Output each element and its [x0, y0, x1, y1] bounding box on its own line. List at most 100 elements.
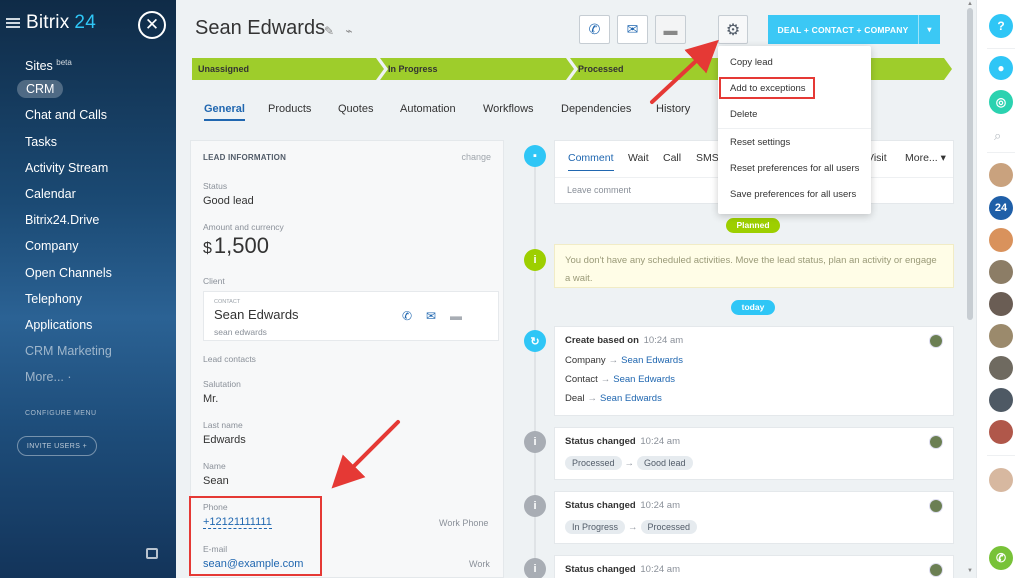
no-activities-note: You don't have any scheduled activities.… — [554, 244, 954, 288]
scrollbar[interactable]: ▲ ▼ — [964, 0, 976, 578]
link-icon[interactable]: ⌁ — [345, 24, 352, 38]
gear-icon: ⚙ — [725, 21, 741, 39]
tab-products[interactable]: Products — [268, 103, 311, 115]
sidebar-item-more[interactable]: More... · — [0, 364, 176, 390]
highlight-frame — [189, 496, 322, 576]
tab-automation[interactable]: Automation — [400, 103, 456, 115]
tab-dependencies[interactable]: Dependencies — [561, 103, 631, 115]
sidebar-item-tasks[interactable]: Tasks — [0, 129, 176, 155]
menu-item-reset-preferences[interactable]: Reset preferences for all users — [730, 163, 859, 174]
avatar[interactable] — [989, 292, 1013, 316]
editor-tab-sms[interactable]: SMS — [696, 152, 719, 164]
client-name[interactable]: Sean Edwards — [214, 307, 299, 322]
logo[interactable]: Bitrix 24 — [26, 12, 96, 34]
avatar[interactable] — [929, 435, 943, 449]
status-value: Good lead — [203, 195, 254, 207]
sidebar-item-crm[interactable]: CRM — [0, 76, 176, 102]
status-event-card: Status changed 10:24 am — [554, 555, 954, 578]
avatar[interactable] — [929, 334, 943, 348]
sidebar-item-sites[interactable]: Sites beta — [0, 50, 176, 76]
chat-icon[interactable]: ▬ — [450, 309, 462, 323]
tab-history[interactable]: History — [656, 103, 690, 115]
settings-button[interactable]: ⚙ — [718, 15, 748, 44]
deal-button-label: DEAL + CONTACT + COMPANY — [777, 24, 909, 35]
chat-button[interactable]: ▬ — [655, 15, 686, 44]
group-avatar[interactable] — [989, 468, 1013, 492]
call-button[interactable]: ✆ — [579, 15, 610, 44]
rail-divider — [987, 455, 1015, 456]
sidebar-item-open-channels[interactable]: Open Channels — [0, 260, 176, 286]
tab-workflows[interactable]: Workflows — [483, 103, 534, 115]
tab-general[interactable]: General — [204, 103, 245, 121]
menu-divider — [718, 128, 871, 129]
phone-icon: ✆ — [588, 21, 601, 37]
salutation-value: Mr. — [203, 393, 219, 405]
today-badge: today — [731, 300, 775, 315]
bell-icon[interactable]: ● — [989, 56, 1013, 80]
scroll-down-icon[interactable]: ▼ — [967, 568, 973, 574]
sidebar-item-company[interactable]: Company — [0, 233, 176, 259]
sidebar-item-telephony[interactable]: Telephony — [0, 286, 176, 312]
avatar[interactable] — [989, 163, 1013, 187]
stage-in-progress[interactable]: In Progress — [380, 58, 574, 80]
menu-item-save-preferences[interactable]: Save preferences for all users — [730, 189, 856, 200]
info-icon: i — [524, 495, 546, 517]
menu-item-delete[interactable]: Delete — [730, 109, 757, 120]
name-value: Sean — [203, 475, 229, 487]
avatar[interactable] — [989, 260, 1013, 284]
chevron-down-icon[interactable]: ▾ — [918, 15, 940, 44]
rail-divider — [987, 152, 1015, 153]
info-icon: i — [524, 249, 546, 271]
editor-tab-wait[interactable]: Wait — [628, 152, 649, 164]
sidebar-item-chat-and-calls[interactable]: Chat and Calls — [0, 102, 176, 128]
avatar[interactable] — [989, 324, 1013, 348]
change-link[interactable]: change — [461, 152, 491, 162]
sidebar-item-activity-stream[interactable]: Activity Stream — [0, 155, 176, 181]
menu-item-reset-settings[interactable]: Reset settings — [730, 137, 790, 148]
editor-tab-more[interactable]: More... ▾ — [905, 152, 946, 164]
scroll-up-icon[interactable]: ▲ — [967, 1, 973, 7]
invite-users-button[interactable]: INVITE USERS + — [17, 436, 97, 456]
sidebar-item-calendar[interactable]: Calendar — [0, 181, 176, 207]
help-icon[interactable]: ? — [989, 14, 1013, 38]
avatar[interactable] — [989, 356, 1013, 380]
status-event-card: Status changed 10:24 am In Progress → Proc… — [554, 491, 954, 544]
name-label: Name — [203, 461, 226, 471]
scroll-thumb[interactable] — [967, 8, 973, 320]
lastname-label: Last name — [203, 420, 243, 430]
amount-value: $1,500 — [203, 233, 269, 258]
info-icon: i — [524, 558, 546, 578]
editor-tab-call[interactable]: Call — [663, 152, 681, 164]
hamburger-icon[interactable] — [6, 18, 20, 28]
status-change-row: In Progress → Processed — [565, 520, 698, 534]
menu-item-copy-lead[interactable]: Copy lead — [730, 57, 773, 68]
avatar[interactable] — [989, 228, 1013, 252]
editor-tab-comment[interactable]: Comment — [568, 152, 614, 171]
edit-icon[interactable]: ✎ — [324, 24, 334, 38]
printer-icon[interactable] — [146, 548, 158, 559]
avatar[interactable] — [929, 563, 943, 577]
avatar[interactable] — [989, 420, 1013, 444]
close-icon[interactable]: ✕ — [138, 11, 166, 39]
sidebar-item-crm-marketing[interactable]: CRM Marketing — [0, 338, 176, 364]
sidebar-item-drive[interactable]: Bitrix24.Drive — [0, 207, 176, 233]
tab-quotes[interactable]: Quotes — [338, 103, 373, 115]
chat-icon[interactable]: ◎ — [989, 90, 1013, 114]
mail-icon[interactable]: ✉ — [426, 309, 436, 323]
avatar[interactable] — [929, 499, 943, 513]
email-button[interactable]: ✉ — [617, 15, 648, 44]
phone-icon[interactable]: ✆ — [989, 546, 1013, 570]
sidebar-item-applications[interactable]: Applications — [0, 312, 176, 338]
avatar[interactable] — [989, 388, 1013, 412]
comment-input[interactable]: Leave comment — [567, 185, 631, 195]
stage-unassigned[interactable]: Unassigned — [192, 58, 384, 80]
left-sidebar: Bitrix 24 ✕ Sites beta CRM Chat and Calls… — [0, 0, 176, 578]
created-row-company: Company → Sean Edwards — [565, 355, 683, 366]
deal-contact-company-button[interactable]: DEAL + CONTACT + COMPANY ▾ — [768, 15, 940, 44]
phone-icon[interactable]: ✆ — [402, 309, 412, 323]
created-event-card: Create based on 10:24 am Company → Sean Ed… — [554, 326, 954, 416]
search-icon[interactable]: ⌕ — [994, 128, 1001, 144]
bitrix24-icon[interactable]: 24 — [989, 196, 1013, 220]
settings-dropdown: Copy lead Add to exceptions Delete Reset… — [718, 46, 871, 214]
configure-menu-link[interactable]: CONFIGURE MENU — [25, 410, 97, 417]
